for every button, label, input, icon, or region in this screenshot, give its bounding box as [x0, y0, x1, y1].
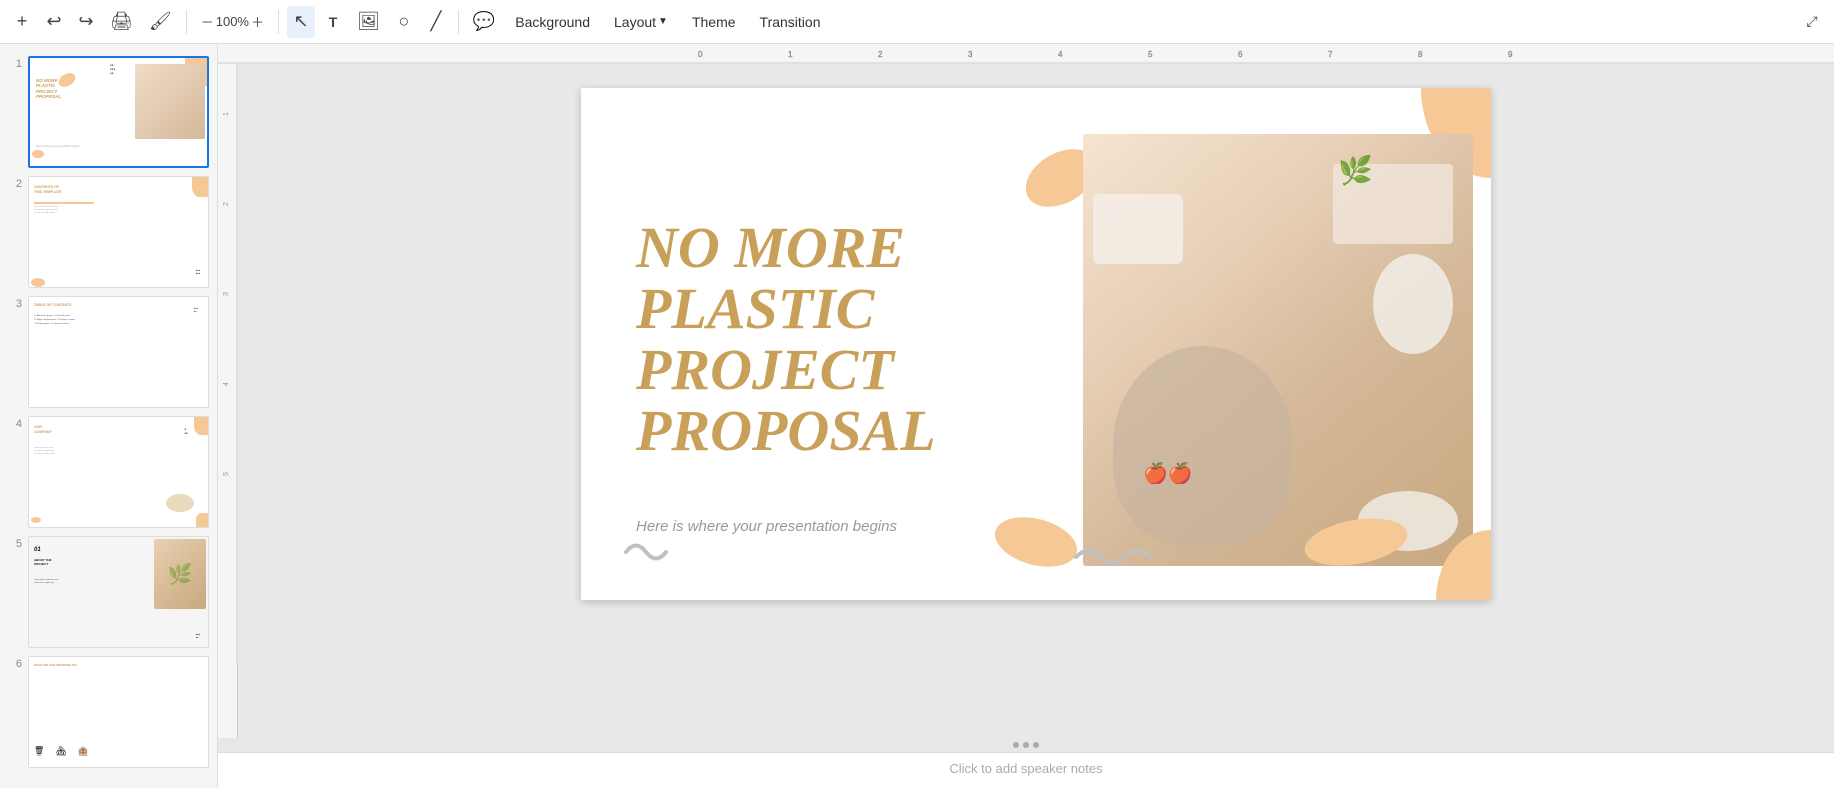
svg-text:3: 3 — [968, 50, 973, 59]
format-paint-button[interactable]: 🖌 — [143, 6, 178, 38]
slide-number-6: 6 — [8, 656, 22, 670]
main-layout: 1 NO MOREPLASTICPROJECTPROPOSAL Here is … — [0, 44, 1834, 788]
canvas-notes-area: 0 1 2 3 4 5 6 7 8 9 — [218, 44, 1834, 788]
slide-item-2[interactable]: 2 CONTENTS OFTHIS TEMPLATE Lorem ipsum d… — [0, 172, 217, 292]
slide-item-6[interactable]: 6 WHAT WE ARE WORKING ON 🗑 Retail 🏘 Resi… — [0, 652, 217, 772]
undo-button[interactable]: ↩ — [40, 6, 68, 38]
zoom-minus-icon[interactable]: － — [201, 12, 214, 31]
background-button[interactable]: Background — [505, 6, 600, 38]
image-tool-button[interactable]: 🖼 — [351, 6, 386, 38]
dot-3 — [1033, 742, 1039, 748]
slide-thumb-2[interactable]: CONTENTS OFTHIS TEMPLATE Lorem ipsum dol… — [28, 176, 209, 288]
dot-1 — [1013, 742, 1019, 748]
slide-number-1: 1 — [8, 56, 22, 70]
transition-button[interactable]: Transition — [750, 6, 831, 38]
dot-2 — [1023, 742, 1029, 748]
divider-3 — [458, 10, 459, 34]
svg-text:3: 3 — [223, 292, 230, 296]
svg-text:9: 9 — [1508, 50, 1513, 59]
slide-item-5[interactable]: 5 01 ABOUT THEPROJECT Lorem ipsum dolor … — [0, 532, 217, 652]
slide-number-2: 2 — [8, 176, 22, 190]
zoom-button[interactable]: － 100% ＋ — [195, 6, 270, 38]
theme-button[interactable]: Theme — [682, 6, 746, 38]
toolbar: + ↩ ↪ 🖨 🖌 － 100% ＋ ↖ T 🖼 ○ ╱ 💬 Backgroun… — [0, 0, 1834, 44]
print-button[interactable]: 🖨 — [104, 6, 139, 38]
slide-panel: 1 NO MOREPLASTICPROJECTPROPOSAL Here is … — [0, 44, 218, 788]
svg-text:6: 6 — [1238, 50, 1243, 59]
svg-text:1: 1 — [788, 50, 793, 59]
select-tool-button[interactable]: ↖ — [287, 6, 315, 38]
zoom-plus-icon[interactable]: ＋ — [251, 12, 264, 31]
svg-text:8: 8 — [1418, 50, 1423, 59]
shape-tool-button[interactable]: ○ — [390, 6, 418, 38]
notes-area[interactable]: Click to add speaker notes — [218, 752, 1834, 788]
ruler-horizontal: 0 1 2 3 4 5 6 7 8 9 — [218, 44, 1834, 64]
deco-blob-bottom-left — [991, 515, 1081, 570]
slide-dots-indicator — [1013, 738, 1039, 752]
line-tool-button[interactable]: ╱ — [422, 6, 450, 38]
slide-canvas-main[interactable]: NO MORE PLASTIC PROJECT PROPOSAL Here is… — [581, 88, 1491, 600]
svg-text:7: 7 — [1328, 50, 1333, 59]
redo-button[interactable]: ↪ — [72, 6, 100, 38]
notes-placeholder: Click to add speaker notes — [949, 761, 1102, 776]
slide-thumb-1[interactable]: NO MOREPLASTICPROJECTPROPOSAL Here is wh… — [28, 56, 209, 168]
maximize-button[interactable]: ⤢ — [1798, 6, 1826, 38]
svg-text:4: 4 — [223, 382, 230, 386]
zoom-level: 100% — [216, 14, 249, 29]
svg-text:5: 5 — [223, 472, 230, 476]
slide-container[interactable]: NO MORE PLASTIC PROJECT PROPOSAL Here is… — [238, 64, 1834, 738]
slide-item-1[interactable]: 1 NO MOREPLASTICPROJECTPROPOSAL Here is … — [0, 52, 217, 172]
svg-text:2: 2 — [878, 50, 883, 59]
canvas-area[interactable]: 0 1 2 3 4 5 6 7 8 9 — [218, 44, 1834, 752]
deco-squiggle-bottom-left — [1071, 540, 1161, 575]
layout-button[interactable]: Layout ▼ — [604, 6, 678, 38]
slide-number-5: 5 — [8, 536, 22, 550]
slide-item-3[interactable]: 3 TABLE OF CONTENTS ●●●●● 01 About the p… — [0, 292, 217, 412]
slide-number-3: 3 — [8, 296, 22, 310]
main-title: NO MORE PLASTIC PROJECT PROPOSAL — [636, 218, 1096, 462]
ruler-vertical: 1 2 3 4 5 — [218, 64, 238, 738]
slide-thumb-5[interactable]: 01 ABOUT THEPROJECT Lorem ipsum dolor si… — [28, 536, 209, 648]
textbox-tool-button[interactable]: T — [319, 6, 347, 38]
slide-item-4[interactable]: 4 OURCOMPANY Lorem ipsum sit ametconsect… — [0, 412, 217, 532]
slide-number-4: 4 — [8, 416, 22, 430]
main-subtitle: Here is where your presentation begins — [636, 518, 897, 535]
svg-text:2: 2 — [223, 202, 230, 206]
slide-thumb-4[interactable]: OURCOMPANY Lorem ipsum sit ametconsectet… — [28, 416, 209, 528]
slide-thumb-3[interactable]: TABLE OF CONTENTS ●●●●● 01 About the pro… — [28, 296, 209, 408]
add-button[interactable]: + — [8, 6, 36, 38]
deco-blob-bottom-right — [1301, 515, 1411, 570]
svg-text:5: 5 — [1148, 50, 1153, 59]
comment-button[interactable]: 💬 — [467, 6, 501, 38]
svg-text:4: 4 — [1058, 50, 1063, 59]
divider-1 — [186, 10, 187, 34]
svg-text:0: 0 — [698, 50, 703, 59]
slide-photo: 🌿 🍎🍎 — [1083, 134, 1473, 566]
layout-chevron-icon: ▼ — [658, 16, 668, 27]
deco-wave-bottom — [621, 535, 676, 570]
svg-text:1: 1 — [223, 112, 230, 116]
canvas-with-ruler: 1 2 3 4 5 — [218, 64, 1834, 738]
slide-thumb-6[interactable]: WHAT WE ARE WORKING ON 🗑 Retail 🏘 Reside… — [28, 656, 209, 768]
divider-2 — [278, 10, 279, 34]
